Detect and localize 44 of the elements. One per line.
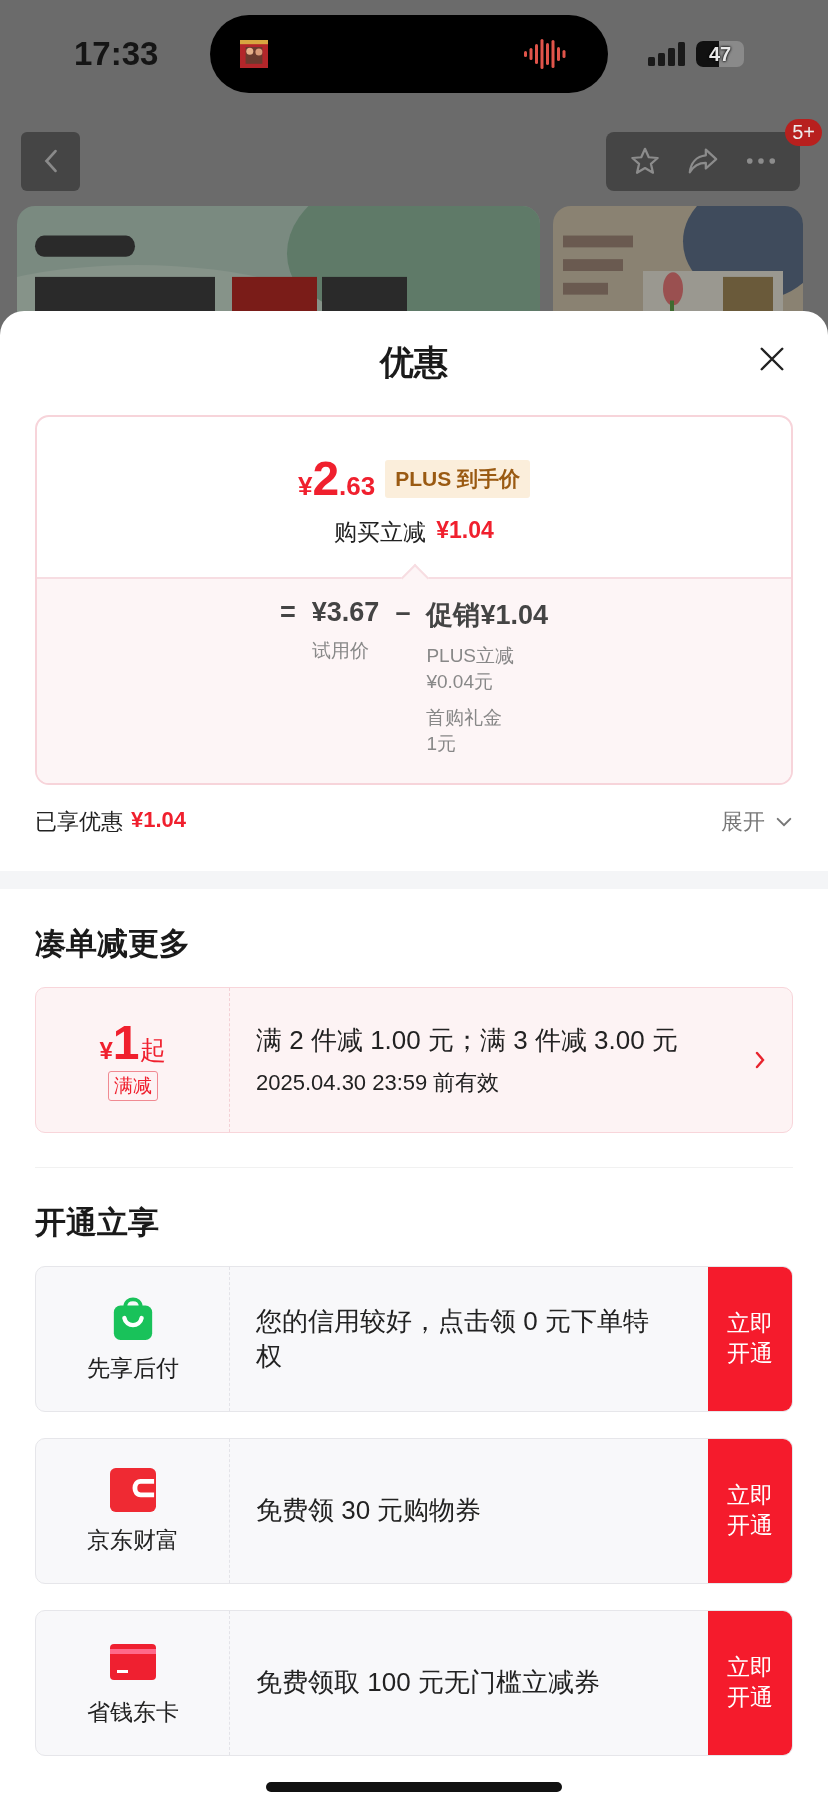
promo-total: 促销¥1.04: [426, 599, 548, 632]
promo-amount: 1元: [426, 732, 457, 756]
service-name: 先享后付: [86, 1353, 179, 1383]
coupon-tag: 满减: [107, 1071, 158, 1101]
coupon-card[interactable]: ¥1起 满减 满 2 件减 1.00 元；满 3 件减 3.00 元 2025.04.30 23:59 前有效: [35, 987, 793, 1133]
promo-name: 首购礼金: [426, 706, 504, 730]
more-icon: [746, 157, 776, 165]
service-name: 京东财富: [86, 1525, 179, 1555]
activate-button[interactable]: 立即开通: [708, 1611, 792, 1755]
chevron-right-icon: [754, 1050, 766, 1070]
section-title: 凑单减更多: [35, 925, 191, 963]
discount-amount: ¥1.04: [436, 516, 494, 545]
base-price: ¥3.67: [311, 597, 380, 628]
discount-label: 购买立减: [334, 517, 427, 547]
savings-amount: ¥1.04: [131, 807, 187, 834]
savings-label: 已享优惠: [35, 808, 123, 836]
waveform-icon: [524, 39, 568, 69]
close-icon: [758, 344, 786, 373]
final-price: ¥2.63: [297, 454, 376, 503]
service-offer: 免费领 30 元购物券: [255, 1494, 483, 1528]
minus-sign: –: [395, 597, 411, 628]
price-caption: 试用价: [311, 639, 370, 663]
expand-button[interactable]: 展开: [721, 807, 793, 837]
plus-price-tag: PLUS 到手价: [385, 459, 531, 498]
equals-sign: =: [280, 597, 296, 628]
notification-badge: 5+: [785, 118, 822, 146]
signal-icon: [648, 42, 686, 66]
promo-name: PLUS立减: [426, 644, 516, 668]
service-offer: 免费领取 100 元无门槛立减券: [255, 1666, 601, 1700]
status-time: 17:33: [74, 35, 160, 73]
section-title: 开通立享: [35, 1204, 160, 1242]
star-icon: [629, 146, 661, 176]
sheet-title: 优惠: [380, 342, 448, 383]
service-offer: 您的信用较好，点击领 0 元下单特权: [255, 1304, 650, 1373]
coupon-validity: 2025.04.30 23:59 前有效: [256, 1068, 501, 1097]
share-icon: [687, 146, 719, 176]
activate-button[interactable]: 立即开通: [708, 1267, 792, 1411]
back-button[interactable]: [21, 131, 80, 191]
activate-button[interactable]: 立即开通: [708, 1439, 792, 1583]
promo-amount: ¥0.04元: [426, 670, 494, 694]
wallet-icon: [109, 1466, 156, 1513]
service-name: 省钱东卡: [86, 1697, 179, 1727]
coupon-rule: 满 2 件减 1.00 元；满 3 件减 3.00 元: [256, 1023, 679, 1057]
coupon-amount: ¥1起: [99, 1019, 166, 1067]
